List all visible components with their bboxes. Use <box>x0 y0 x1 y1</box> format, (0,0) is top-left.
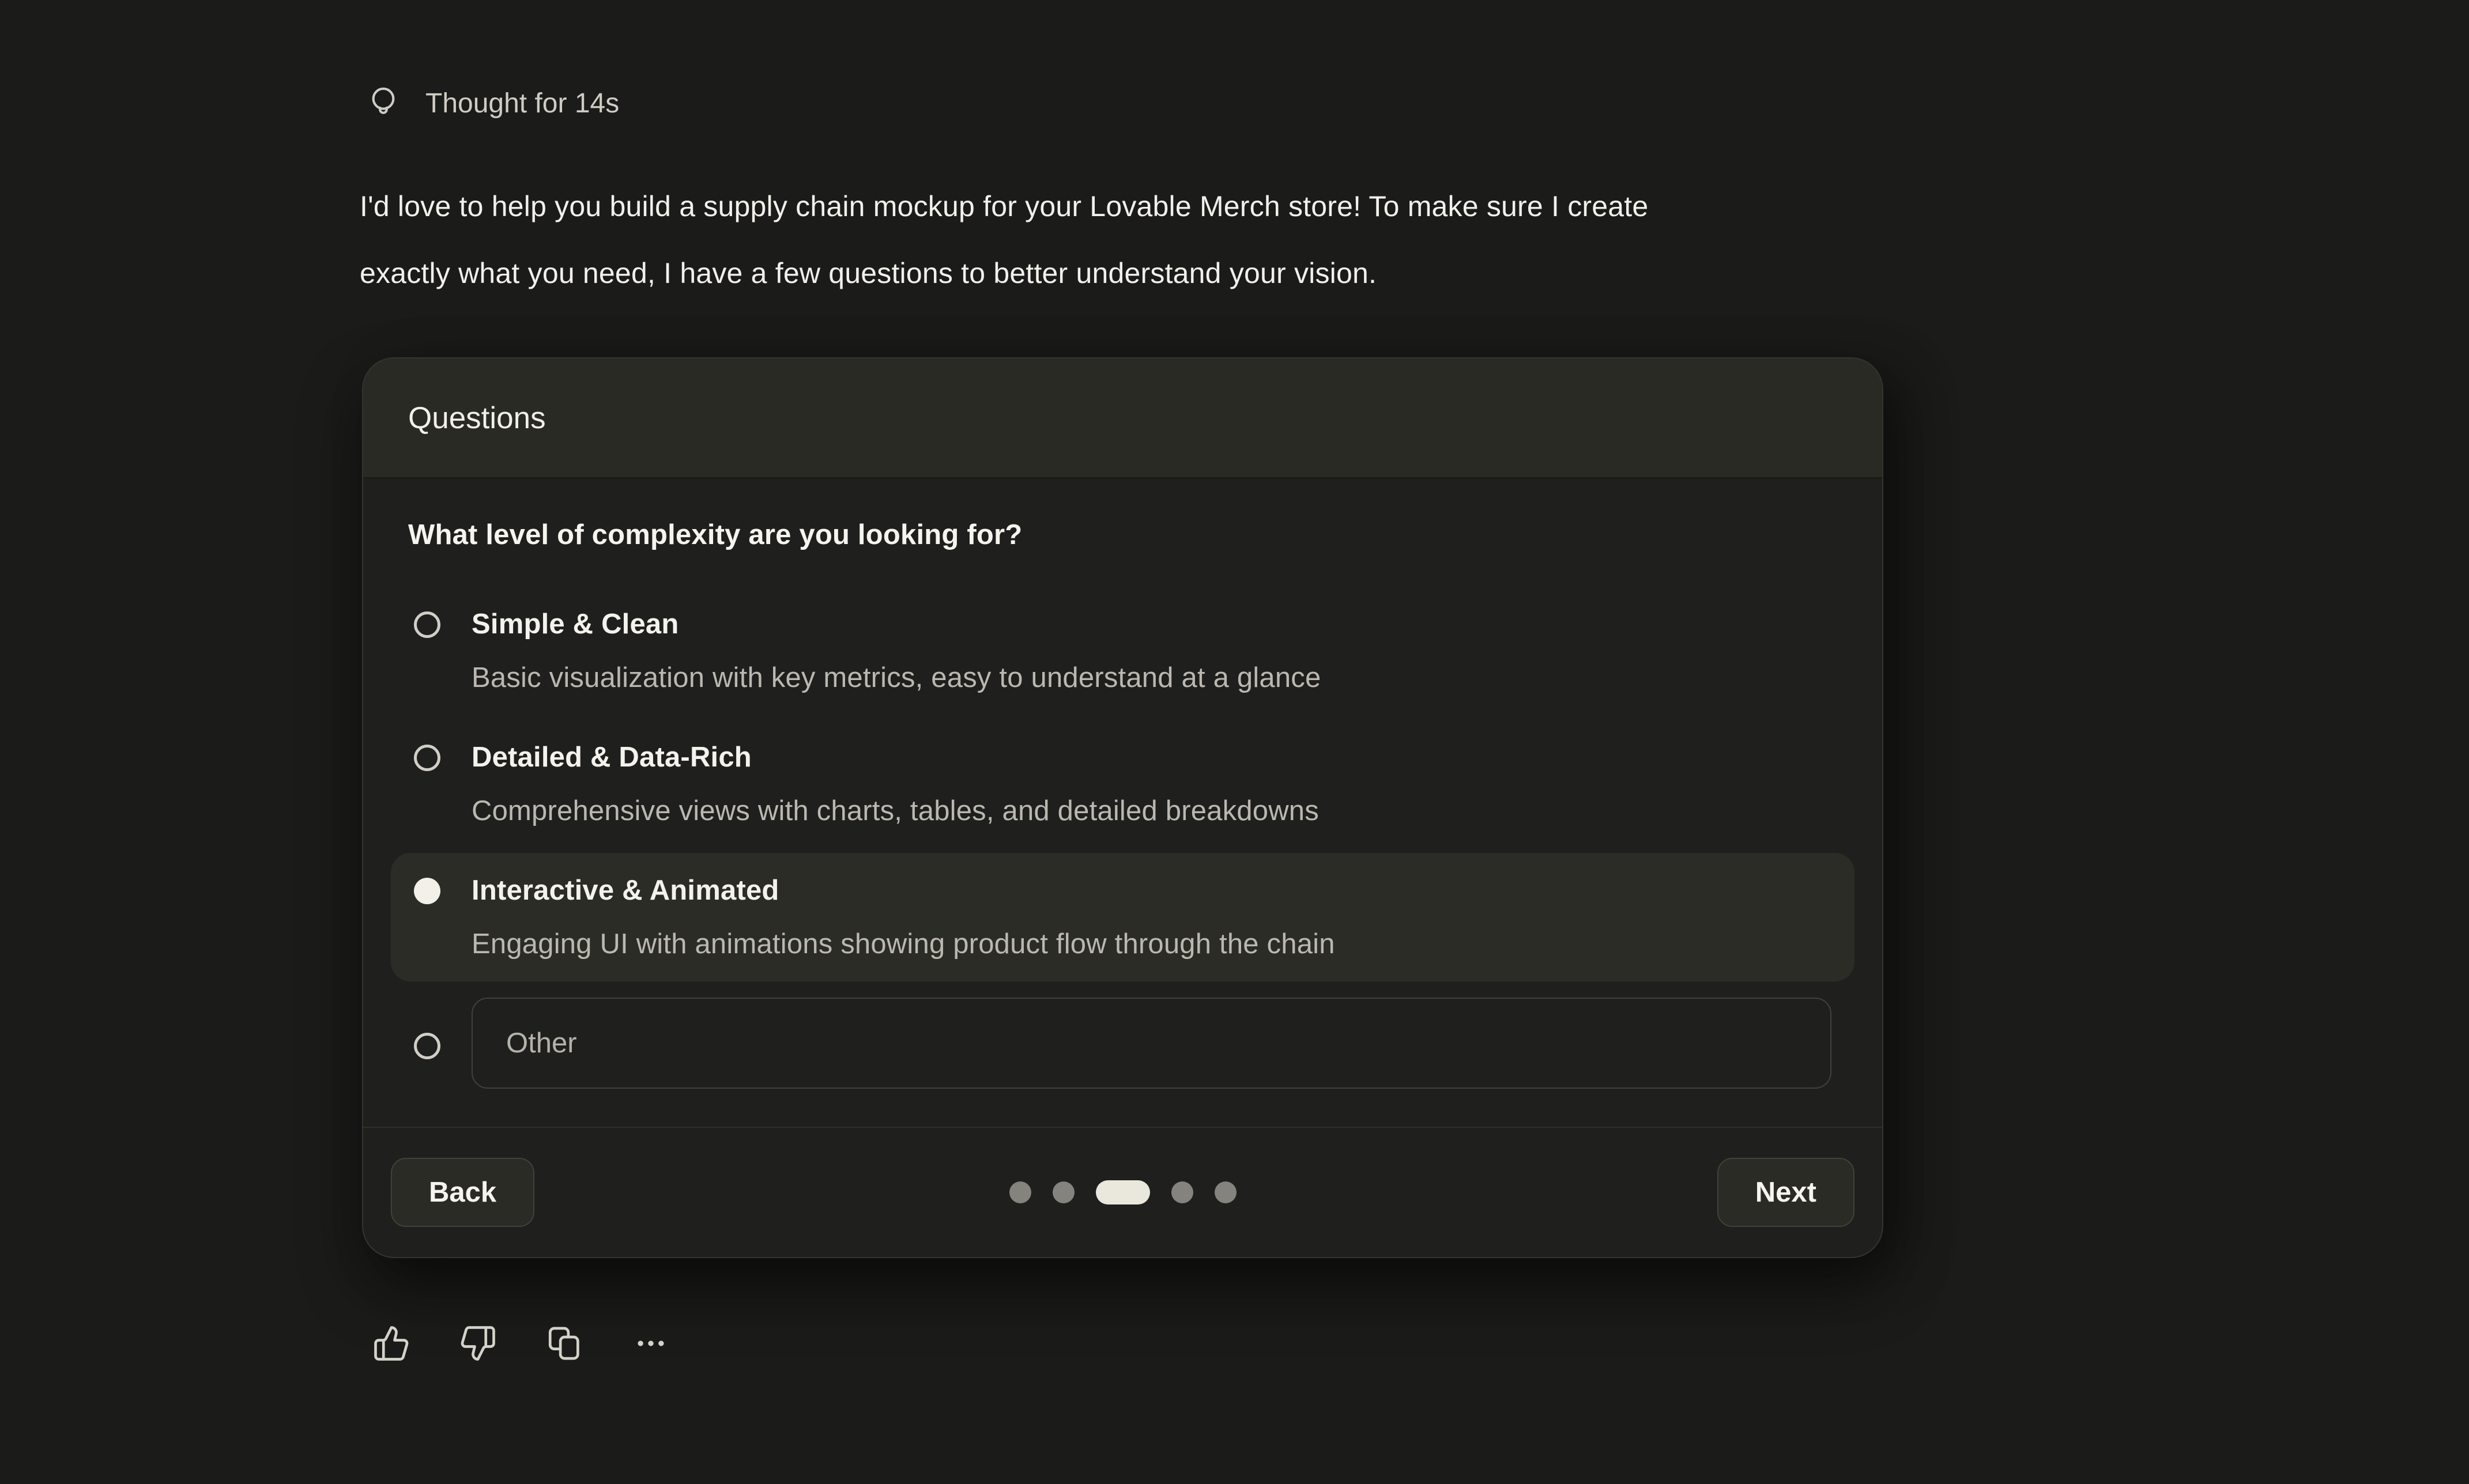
message-actions <box>372 1324 670 1362</box>
other-option-input[interactable] <box>472 998 1831 1089</box>
option-description: Engaging UI with animations showing prod… <box>472 926 1335 962</box>
option-label: Simple & Clean <box>472 606 1321 642</box>
option-simple-clean[interactable]: Simple & Clean Basic visualization with … <box>391 587 1854 715</box>
pagination-dot <box>1171 1181 1193 1203</box>
pagination-dot-active <box>1096 1180 1150 1204</box>
card-title: Questions <box>408 401 546 436</box>
card-body: What level of complexity are you looking… <box>363 478 1882 1127</box>
option-label: Detailed & Data-Rich <box>472 739 1319 775</box>
thumbs-up-button[interactable] <box>372 1324 410 1362</box>
chat-message-view: { "thought": { "label": "Thought for 14s… <box>0 0 2469 1484</box>
option-description: Basic visualization with key metrics, ea… <box>472 660 1321 696</box>
option-interactive-animated[interactable]: Interactive & Animated Engaging UI with … <box>391 853 1854 981</box>
radio-icon[interactable] <box>414 1033 440 1059</box>
question-text: What level of complexity are you looking… <box>408 519 1837 551</box>
thumbs-up-icon <box>372 1324 410 1362</box>
thumbs-down-icon <box>459 1324 497 1362</box>
back-button[interactable]: Back <box>391 1158 534 1227</box>
option-description: Comprehensive views with charts, tables,… <box>472 793 1319 829</box>
pagination-dots <box>1009 1180 1237 1204</box>
pagination-dot <box>1215 1181 1237 1203</box>
card-header: Questions <box>363 358 1882 478</box>
option-label: Interactive & Animated <box>472 873 1335 908</box>
radio-icon-selected[interactable] <box>414 878 440 904</box>
option-detailed-data-rich[interactable]: Detailed & Data-Rich Comprehensive views… <box>391 720 1854 848</box>
pagination-dot <box>1009 1181 1031 1203</box>
ellipsis-icon <box>632 1324 670 1362</box>
assistant-message-text: I'd love to help you build a supply chai… <box>360 173 2320 307</box>
questions-card: Questions What level of complexity are y… <box>362 357 1883 1258</box>
card-footer: Back Next <box>363 1127 1882 1257</box>
more-options-button[interactable] <box>632 1324 670 1362</box>
copy-icon <box>545 1324 583 1362</box>
thought-summary[interactable]: Thought for 14s <box>364 84 619 122</box>
thumbs-down-button[interactable] <box>459 1324 497 1362</box>
radio-icon[interactable] <box>414 745 440 771</box>
thought-label: Thought for 14s <box>425 88 619 119</box>
copy-button[interactable] <box>545 1324 583 1362</box>
option-other[interactable] <box>391 998 1854 1089</box>
lightbulb-icon <box>364 84 402 122</box>
pagination-dot <box>1053 1181 1075 1203</box>
next-button[interactable]: Next <box>1717 1158 1854 1227</box>
radio-icon[interactable] <box>414 611 440 638</box>
